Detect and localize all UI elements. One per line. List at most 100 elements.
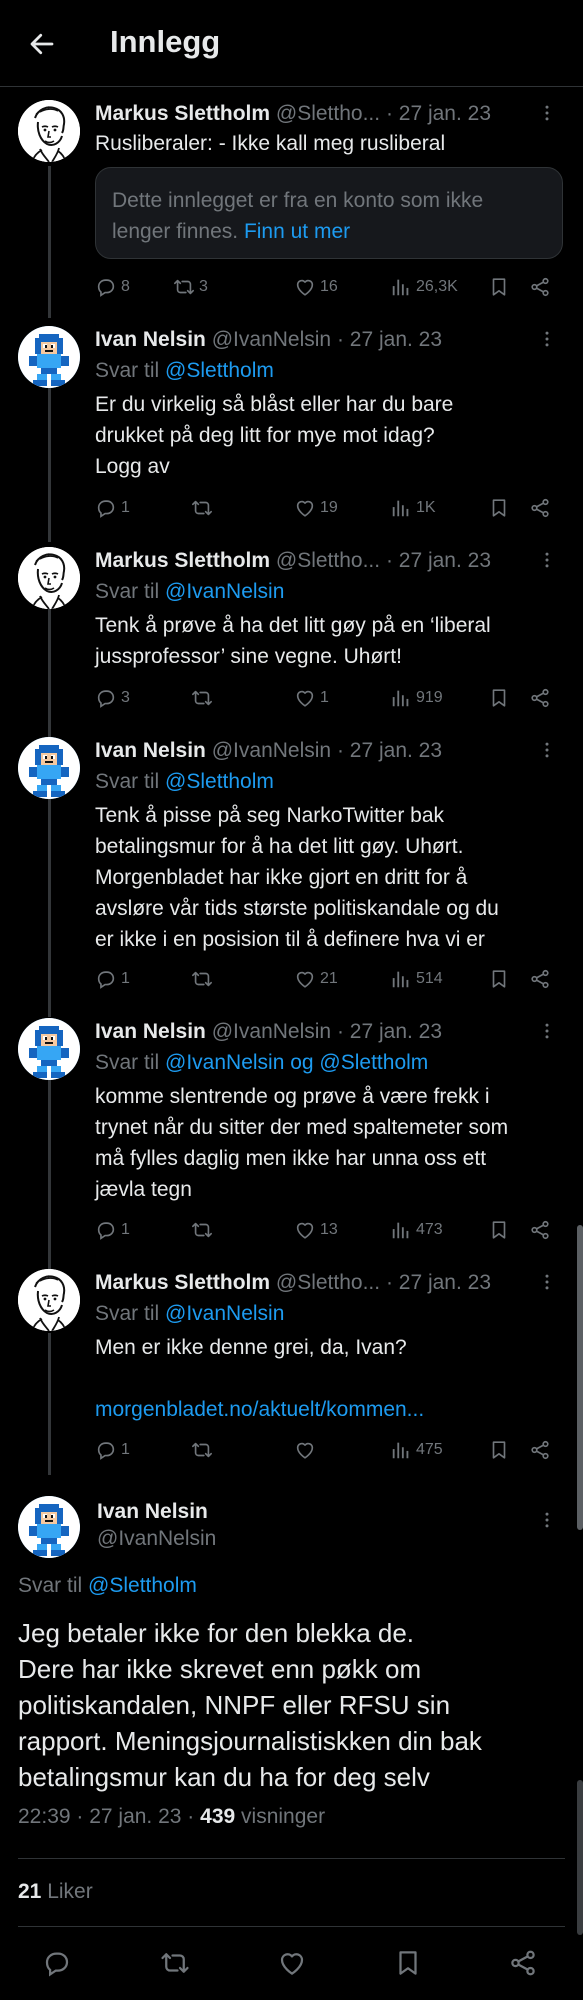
article-link[interactable]: morgenbladet.no/aktuelt/kommen...: [95, 1394, 555, 1425]
tweet-date[interactable]: · 27 jan. 23: [386, 1271, 491, 1294]
more-options-icon[interactable]: [537, 550, 557, 570]
author-name[interactable]: Ivan Nelsin: [97, 1500, 208, 1524]
reply-to-link[interactable]: @Slettholm: [165, 770, 274, 793]
thread-tweet[interactable]: Ivan Nelsin @IvanNelsin · 27 jan. 23 Sva…: [0, 326, 583, 516]
repost-button[interactable]: [191, 966, 217, 992]
thread-tweet[interactable]: Ivan Nelsin @IvanNelsin · 27 jan. 23 Sva…: [0, 737, 583, 967]
like-button[interactable]: 21: [294, 966, 338, 992]
more-options-icon[interactable]: [537, 1272, 557, 1292]
bookmark-button[interactable]: [488, 274, 510, 300]
views-button[interactable]: 514: [390, 966, 443, 992]
share-button[interactable]: [529, 274, 551, 300]
more-options-icon[interactable]: [537, 103, 557, 123]
bookmark-button[interactable]: [488, 966, 510, 992]
reply-to-link[interactable]: @IvanNelsin og @Slettholm: [165, 1051, 428, 1074]
author-name[interactable]: Ivan Nelsin: [95, 1020, 206, 1043]
reply-prefix: Svar til: [95, 770, 160, 793]
views-button[interactable]: 473: [390, 1217, 443, 1243]
author-name[interactable]: Markus Slettholm: [95, 549, 270, 572]
author-handle[interactable]: @IvanNelsin: [97, 1527, 216, 1551]
tweet-date[interactable]: · 27 jan. 23: [386, 102, 491, 125]
share-button[interactable]: [529, 1437, 551, 1463]
bookmark-icon: [488, 1219, 510, 1241]
avatar[interactable]: [18, 100, 80, 162]
repost-button[interactable]: [191, 1217, 217, 1243]
avatar[interactable]: [18, 1496, 80, 1558]
bookmark-button[interactable]: [488, 1437, 510, 1463]
likes-label: Liker: [47, 1880, 93, 1903]
tweet-timestamp[interactable]: 22:39 · 27 jan. 23 ·: [18, 1805, 194, 1828]
action-bar: 1 13 473: [95, 1217, 555, 1243]
reply-to-link[interactable]: @IvanNelsin: [165, 1302, 284, 1325]
action-bar: 3 1 919: [95, 685, 555, 711]
views-button[interactable]: 919: [390, 685, 443, 711]
bookmark-button[interactable]: [488, 1217, 510, 1243]
tweet-date[interactable]: · 27 jan. 23: [337, 739, 442, 762]
like-button[interactable]: 16: [294, 274, 338, 300]
bookmark-icon[interactable]: [393, 1948, 423, 1978]
like-button[interactable]: 13: [294, 1217, 338, 1243]
like-button[interactable]: 1: [294, 685, 329, 711]
more-options-icon[interactable]: [537, 1510, 557, 1530]
author-handle[interactable]: @IvanNelsin: [212, 328, 331, 351]
repost-button[interactable]: 3: [173, 274, 208, 300]
scrollbar[interactable]: [577, 1225, 583, 1530]
reply-button[interactable]: 1: [95, 495, 130, 521]
reply-button[interactable]: 8: [95, 274, 130, 300]
avatar[interactable]: [18, 737, 80, 799]
heart-icon[interactable]: [277, 1948, 307, 1978]
reply-to-link[interactable]: @Slettholm: [165, 359, 274, 382]
reply-button[interactable]: 3: [95, 685, 130, 711]
author-name[interactable]: Ivan Nelsin: [95, 739, 206, 762]
more-options-icon[interactable]: [537, 740, 557, 760]
author-handle[interactable]: @IvanNelsin: [212, 1020, 331, 1043]
author-name[interactable]: Ivan Nelsin: [95, 328, 206, 351]
thread-tweet[interactable]: Markus Slettholm @Slettho... · 27 jan. 2…: [0, 1269, 583, 1439]
views-button[interactable]: 26,3K: [390, 274, 458, 300]
avatar[interactable]: [18, 1269, 80, 1331]
reply-button[interactable]: 1: [95, 1217, 130, 1243]
repost-button[interactable]: [191, 685, 217, 711]
tweet-date[interactable]: · 27 jan. 23: [337, 1020, 442, 1043]
like-button[interactable]: [294, 1437, 320, 1463]
avatar[interactable]: [18, 547, 80, 609]
reply-to-link[interactable]: @Slettholm: [88, 1574, 197, 1597]
reply-button[interactable]: 1: [95, 1437, 130, 1463]
author-handle[interactable]: @Slettho...: [276, 1271, 380, 1294]
reply-button[interactable]: 1: [95, 966, 130, 992]
reply-prefix: Svar til: [95, 359, 160, 382]
author-name[interactable]: Markus Slettholm: [95, 102, 270, 125]
author-handle[interactable]: @IvanNelsin: [212, 739, 331, 762]
avatar[interactable]: [18, 326, 80, 388]
learn-more-link[interactable]: Finn ut mer: [244, 220, 350, 243]
share-button[interactable]: [529, 495, 551, 521]
views-button[interactable]: 475: [390, 1437, 443, 1463]
views-button[interactable]: 1K: [390, 495, 436, 521]
avatar[interactable]: [18, 1018, 80, 1080]
like-button[interactable]: 19: [294, 495, 338, 521]
repost-button[interactable]: [191, 495, 217, 521]
likes-summary[interactable]: 21 Liker: [18, 1880, 93, 1904]
share-icon[interactable]: [508, 1948, 538, 1978]
author-handle[interactable]: @Slettho...: [276, 102, 380, 125]
repost-icon[interactable]: [160, 1948, 190, 1978]
reply-to-link[interactable]: @IvanNelsin: [165, 580, 284, 603]
bookmark-button[interactable]: [488, 495, 510, 521]
share-button[interactable]: [529, 1217, 551, 1243]
like-count: 21: [320, 970, 338, 987]
share-button[interactable]: [529, 685, 551, 711]
bookmark-button[interactable]: [488, 685, 510, 711]
author-name[interactable]: Markus Slettholm: [95, 1271, 270, 1294]
reply-icon[interactable]: [42, 1948, 72, 1978]
thread-tweet[interactable]: Markus Slettholm @Slettho... · 27 jan. 2…: [0, 547, 583, 707]
thread-tweet[interactable]: Ivan Nelsin @IvanNelsin · 27 jan. 23 Sva…: [0, 1018, 583, 1218]
author-handle[interactable]: @Slettho...: [276, 549, 380, 572]
tweet-date[interactable]: · 27 jan. 23: [337, 328, 442, 351]
share-button[interactable]: [529, 966, 551, 992]
heart-icon: [294, 276, 316, 298]
repost-button[interactable]: [191, 1437, 217, 1463]
more-options-icon[interactable]: [537, 1021, 557, 1041]
more-options-icon[interactable]: [537, 329, 557, 349]
back-arrow-icon[interactable]: [24, 26, 60, 62]
tweet-date[interactable]: · 27 jan. 23: [386, 549, 491, 572]
